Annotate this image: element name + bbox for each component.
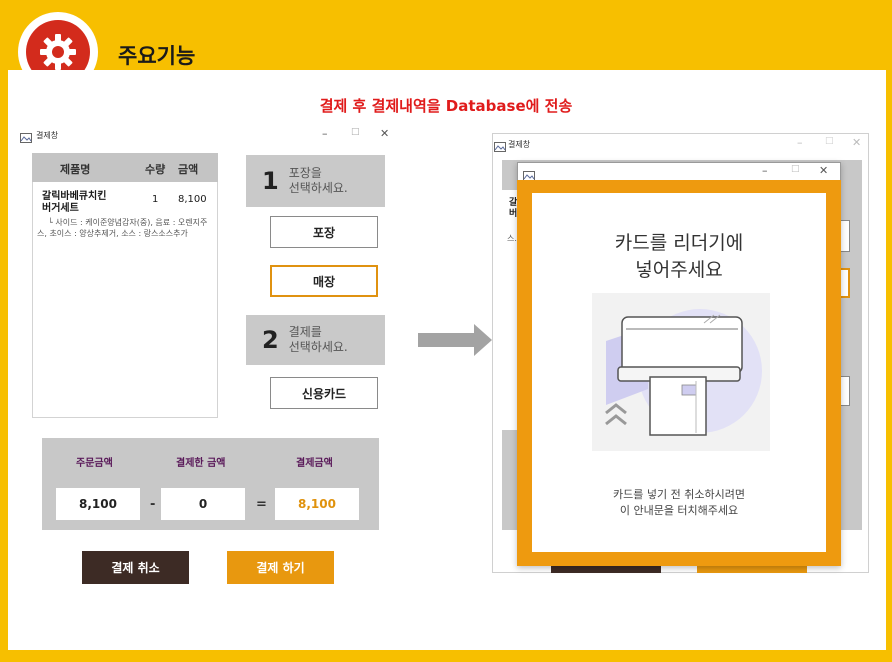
table-row-name-line2[interactable]: 버거세트 [42,199,79,214]
popup-title: 카드를 리더기에 넣어주세요 [532,230,826,284]
pay-button[interactable]: 결제 하기 [227,551,334,584]
table-row-qty[interactable]: 1 [152,194,158,205]
dinein-button[interactable]: 매장 [270,265,378,297]
close-button[interactable]: ✕ [380,127,389,140]
step-1-text-line2: 선택하세요. [288,181,348,195]
payment-amount-label: 결제금액 [296,458,333,469]
window-title: 결제창 [36,131,59,140]
step-2-text: 결제를 선택하세요. [289,325,348,355]
cancel-payment-button[interactable]: 결제 취소 [82,551,189,584]
back-cancel-edge [551,566,661,573]
back-window-app-icon [494,137,506,156]
minus-sign: - [150,497,156,512]
table-row-price[interactable]: 8,100 [178,194,207,205]
step-2-panel: 2 결제를 선택하세요. [246,315,385,365]
step-1-number: 1 [262,167,279,195]
step-1-panel: 1 포장을 선택하세요. [246,155,385,207]
column-header-product: 제품명 [60,163,91,176]
takeout-button[interactable]: 포장 [270,216,378,248]
popup-title-line2: 넣어주세요 [635,259,723,281]
back-minimize-button[interactable]: – [797,136,803,149]
step-2-number: 2 [262,326,279,354]
popup-maximize-button[interactable]: □ [791,164,800,174]
step-2-text-line1: 결제를 [288,325,322,339]
header-title: 주요기능 [118,44,196,68]
paid-amount-field: 0 [161,488,245,520]
step-2-text-line2: 선택하세요. [288,340,348,354]
popup-minimize-button[interactable]: – [762,164,768,177]
back-table-edge [502,190,517,430]
order-amount-field: 8,100 [56,488,140,520]
step-1-text: 포장을 선택하세요. [289,166,348,196]
paid-amount-label: 결제한 금액 [176,458,226,469]
credit-card-button[interactable]: 신용카드 [270,377,378,409]
back-card-edge [840,376,850,406]
card-reader-illustration [592,293,770,451]
back-close-button[interactable]: ✕ [852,136,861,149]
popup-hint-line1: 카드를 넣기 전 취소하시려면 [613,488,745,501]
payment-amount-field: 8,100 [275,488,359,520]
minimize-button[interactable]: – [322,127,328,140]
feature-subtitle: 결제 후 결제내역을 Database에 전송 [319,97,573,115]
arrow-right-head [474,324,492,356]
arrow-right-icon [418,333,474,347]
popup-title-line1: 카드를 리더기에 [614,232,744,254]
popup-close-button[interactable]: ✕ [819,164,828,177]
table-row-detail-line2: 스, 초이스 : 양상추제거, 소스 : 랑스소스추가 [37,229,188,238]
window-app-icon [20,128,32,147]
back-maximize-button[interactable]: □ [825,136,834,146]
equals-sign: = [256,497,267,512]
back-pay-edge [697,566,807,573]
back-row-c: 스. [507,234,517,243]
step-1-text-line1: 포장을 [288,166,322,180]
popup-cancel-hint[interactable]: 카드를 넣기 전 취소하시려면 이 안내문을 터치해주세요 [532,487,826,519]
column-header-qty: 수량 [145,163,166,176]
back-takeout-edge [840,220,850,252]
table-row-detail-line1: └ 사이드 : 케이준양념감자(중), 음료 : 오렌지주 [48,218,208,227]
back-dinein-edge [840,268,850,298]
popup-hint-line2: 이 안내문을 터치해주세요 [619,504,739,517]
column-header-price: 금액 [178,163,199,176]
back-window-title: 결제창 [508,140,531,149]
order-amount-label: 주문금액 [76,458,113,469]
maximize-button[interactable]: □ [351,127,360,137]
